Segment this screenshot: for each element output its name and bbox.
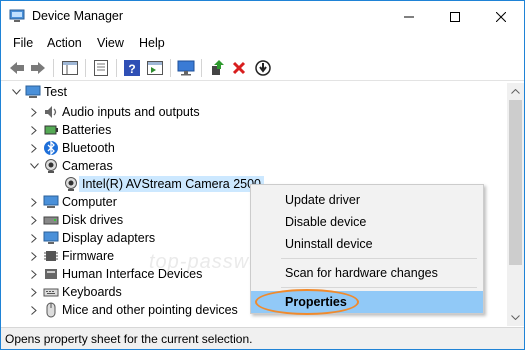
- menu-item-uninstall-device[interactable]: Uninstall device: [251, 233, 483, 255]
- keyboard-icon: [43, 284, 59, 300]
- scrollbar-thumb[interactable]: [509, 100, 522, 265]
- close-button[interactable]: [478, 1, 524, 32]
- chevron-right-icon[interactable]: [28, 103, 40, 121]
- tree-category-cameras[interactable]: Cameras: [28, 157, 113, 175]
- uninstall-x-icon[interactable]: [229, 58, 249, 78]
- menu-item-label: Scan for hardware changes: [285, 266, 438, 280]
- chevron-right-icon[interactable]: [28, 301, 40, 319]
- computer-icon: [25, 84, 41, 100]
- title-bar: Device Manager: [1, 1, 524, 32]
- display-adapter-icon: [43, 230, 59, 246]
- chevron-right-icon[interactable]: [28, 139, 40, 157]
- status-text: Opens property sheet for the current sel…: [5, 332, 253, 346]
- menu-item-label: Uninstall device: [285, 237, 373, 251]
- toolbar: ?: [1, 54, 524, 81]
- tree-item-label: Bluetooth: [62, 141, 115, 155]
- tree-category-firmware[interactable]: Firmware: [28, 247, 114, 265]
- tree-item-label: Keyboards: [62, 285, 122, 299]
- toolbar-separator: [53, 59, 54, 77]
- tree-category-disk-drives[interactable]: Disk drives: [28, 211, 123, 229]
- menu-separator: [281, 258, 477, 259]
- tree-root-label: Test: [44, 85, 67, 99]
- camera-icon: [43, 158, 59, 174]
- toolbar-separator: [170, 59, 171, 77]
- menu-action[interactable]: Action: [47, 36, 82, 50]
- device-manager-window: Device Manager File Action View Help ? T…: [0, 0, 525, 350]
- speaker-icon: [43, 104, 59, 120]
- action-pane-icon[interactable]: [145, 58, 165, 78]
- show-hide-console-tree-icon[interactable]: [60, 58, 80, 78]
- chevron-right-icon[interactable]: [28, 265, 40, 283]
- toolbar-separator: [201, 59, 202, 77]
- tree-item-label: Disk drives: [62, 213, 124, 227]
- bluetooth-icon: [43, 140, 59, 156]
- hid-icon: [43, 266, 59, 282]
- toolbar-separator: [85, 59, 86, 77]
- camera-icon: [63, 176, 79, 192]
- tree-item-label: Display adapters: [62, 231, 156, 245]
- tree-category-display-adapters[interactable]: Display adapters: [28, 229, 155, 247]
- chevron-right-icon[interactable]: [28, 193, 40, 211]
- scroll-up-icon[interactable]: [507, 83, 524, 100]
- menu-bar: File Action View Help: [1, 32, 524, 54]
- device-manager-icon: [9, 9, 25, 23]
- menu-separator: [281, 287, 477, 288]
- chevron-right-icon[interactable]: [28, 283, 40, 301]
- help-icon[interactable]: ?: [122, 58, 142, 78]
- tree-item-label: Mice and other pointing devices: [62, 303, 238, 317]
- menu-file[interactable]: File: [13, 36, 33, 50]
- menu-help[interactable]: Help: [139, 36, 165, 50]
- tree-category-keyboards[interactable]: Keyboards: [28, 283, 122, 301]
- chevron-right-icon[interactable]: [28, 229, 40, 247]
- back-icon[interactable]: [7, 58, 27, 78]
- tree-category-audio[interactable]: Audio inputs and outputs: [28, 103, 200, 121]
- menu-item-disable-device[interactable]: Disable device: [251, 211, 483, 233]
- tree-item-label: Batteries: [62, 123, 112, 137]
- svg-text:?: ?: [128, 62, 135, 76]
- computer-icon: [43, 194, 59, 210]
- menu-item-update-driver[interactable]: Update driver: [251, 189, 483, 211]
- tree-root[interactable]: Test: [10, 83, 67, 101]
- tree-item-label: Intel(R) AVStream Camera 2500: [79, 176, 265, 192]
- chevron-down-icon[interactable]: [10, 83, 22, 101]
- vertical-scrollbar[interactable]: [507, 83, 524, 326]
- chevron-right-icon[interactable]: [28, 247, 40, 265]
- battery-icon: [43, 122, 59, 138]
- maximize-button[interactable]: [432, 1, 478, 32]
- status-bar: Opens property sheet for the current sel…: [1, 327, 524, 349]
- menu-view[interactable]: View: [97, 36, 124, 50]
- monitor-icon[interactable]: [176, 58, 196, 78]
- window-title: Device Manager: [32, 9, 124, 23]
- tree-category-computer[interactable]: Computer: [28, 193, 117, 211]
- chevron-right-icon[interactable]: [28, 121, 40, 139]
- update-driver-icon[interactable]: [207, 58, 227, 78]
- disk-drive-icon: [43, 212, 59, 228]
- tree-item-label: Computer: [62, 195, 117, 209]
- toolbar-separator: [116, 59, 117, 77]
- properties-icon[interactable]: [91, 58, 111, 78]
- minimize-button[interactable]: [386, 1, 432, 32]
- tree-category-bluetooth[interactable]: Bluetooth: [28, 139, 115, 157]
- chevron-right-icon[interactable]: [28, 211, 40, 229]
- forward-icon[interactable]: [28, 58, 48, 78]
- menu-item-label: Update driver: [285, 193, 361, 207]
- menu-item-label: Disable device: [285, 215, 367, 229]
- tree-category-batteries[interactable]: Batteries: [28, 121, 111, 139]
- annotation-highlight-oval: [255, 289, 359, 315]
- firmware-icon: [43, 248, 59, 264]
- tree-item-label: Cameras: [62, 159, 113, 173]
- tree-item-label: Firmware: [62, 249, 115, 263]
- mouse-icon: [43, 302, 59, 318]
- tree-item-label: Audio inputs and outputs: [62, 105, 200, 119]
- tree-category-mice[interactable]: Mice and other pointing devices: [28, 301, 238, 319]
- tree-device-camera[interactable]: Intel(R) AVStream Camera 2500: [63, 175, 265, 193]
- scroll-down-icon[interactable]: [507, 309, 524, 326]
- menu-item-scan-hardware[interactable]: Scan for hardware changes: [251, 262, 483, 284]
- disable-device-icon[interactable]: [253, 58, 273, 78]
- chevron-down-icon[interactable]: [28, 157, 40, 175]
